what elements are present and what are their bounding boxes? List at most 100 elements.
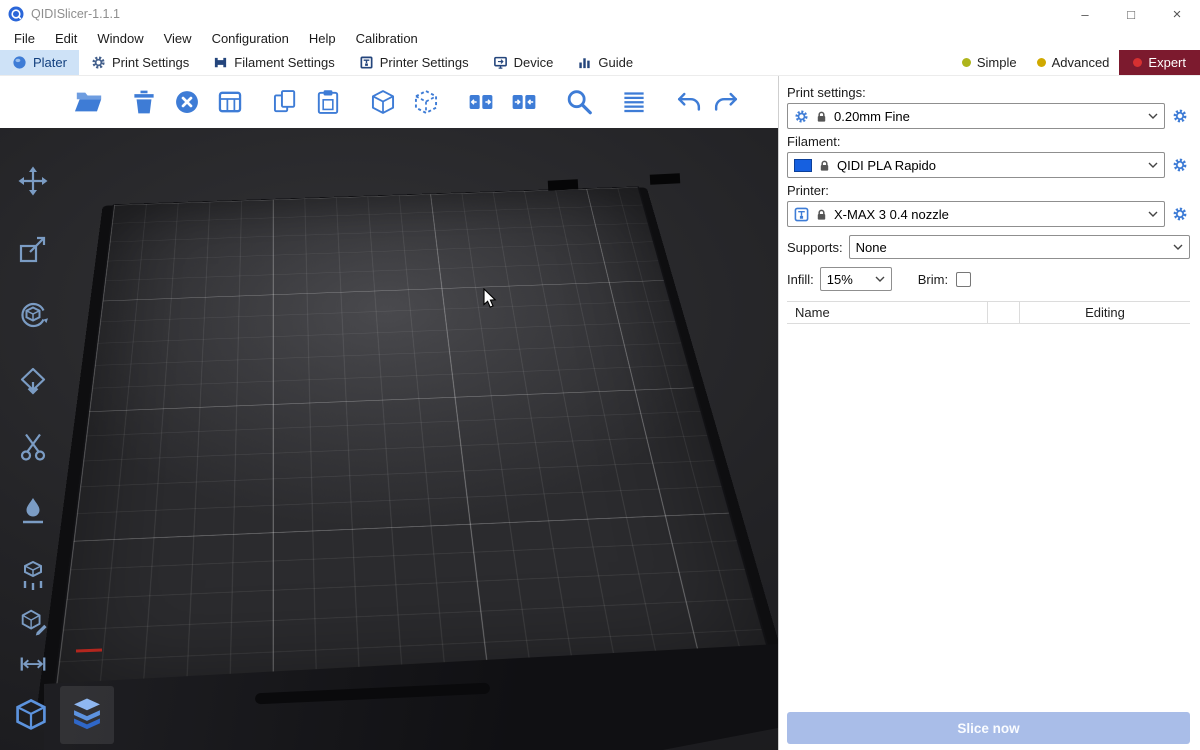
place-on-face-tool-button[interactable]: [10, 358, 56, 404]
viewport-3d[interactable]: [0, 76, 779, 750]
print-settings-gear-button[interactable]: [1170, 103, 1190, 129]
window-controls: – □ ×: [1062, 0, 1200, 28]
redo-button[interactable]: [709, 85, 743, 119]
supports-value: None: [856, 240, 887, 255]
layers-preview-icon: [67, 695, 107, 735]
tab-guide[interactable]: Guide: [565, 50, 645, 75]
mmu-painting-tool-button[interactable]: [10, 600, 56, 642]
column-header-editing: Editing: [1019, 302, 1190, 323]
bed-clip-icon: [650, 173, 680, 185]
cube-3d-view-icon: [12, 696, 50, 734]
infill-combo[interactable]: 15%: [820, 267, 892, 291]
delete-button[interactable]: [127, 85, 161, 119]
tab-plater[interactable]: Plater: [0, 50, 79, 75]
paste-button[interactable]: [311, 85, 345, 119]
menu-edit[interactable]: Edit: [45, 28, 87, 50]
object-list-header: Name Editing: [787, 302, 1190, 324]
cube-remove-instance-icon: [412, 88, 440, 116]
mode-expert[interactable]: Expert: [1119, 50, 1200, 75]
menu-file[interactable]: File: [4, 28, 45, 50]
tab-printer-settings[interactable]: Printer Settings: [347, 50, 481, 75]
mode-advanced[interactable]: Advanced: [1027, 50, 1120, 75]
chevron-down-icon: [1148, 162, 1158, 168]
paste-icon: [314, 88, 342, 116]
menu-window[interactable]: Window: [87, 28, 153, 50]
remove-instance-button[interactable]: [409, 85, 443, 119]
tab-device[interactable]: Device: [481, 50, 566, 75]
print-settings-combo[interactable]: 0.20mm Fine: [787, 103, 1165, 129]
printer-label: Printer:: [787, 183, 1190, 198]
menu-help[interactable]: Help: [299, 28, 346, 50]
app-window: QIDISlicer-1.1.1 – □ × File Edit Window …: [0, 0, 1200, 750]
printer-icon: [794, 207, 809, 222]
scale-icon: [17, 233, 49, 265]
printer-combo[interactable]: X-MAX 3 0.4 nozzle: [787, 201, 1165, 227]
supports-combo[interactable]: None: [849, 235, 1190, 259]
measure-tool-button[interactable]: [10, 644, 56, 684]
rotate-tool-button[interactable]: [10, 292, 56, 338]
gear-icon: [794, 109, 809, 124]
gear-icon: [91, 55, 106, 70]
lock-icon: [815, 208, 828, 221]
scene-3d[interactable]: [0, 128, 778, 750]
add-instance-button[interactable]: [366, 85, 400, 119]
filament-gear-button[interactable]: [1170, 152, 1190, 178]
delete-all-button[interactable]: [170, 85, 204, 119]
split-parts-icon: [510, 88, 538, 116]
split-to-objects-button[interactable]: [464, 85, 498, 119]
tab-filament-settings[interactable]: Filament Settings: [201, 50, 346, 75]
mouse-cursor: [480, 288, 500, 313]
search-button[interactable]: [562, 85, 596, 119]
preview-view-toggle-button[interactable]: [60, 686, 114, 744]
bed-clip-icon: [548, 179, 578, 191]
slice-now-button[interactable]: Slice now: [787, 712, 1190, 744]
guide-bars-icon: [577, 55, 592, 70]
paint-drop-icon: [17, 495, 49, 527]
ruler-icon: [18, 649, 48, 679]
move-tool-button[interactable]: [10, 158, 56, 204]
menu-configuration[interactable]: Configuration: [202, 28, 299, 50]
cut-tool-button[interactable]: [10, 424, 56, 470]
object-list-body[interactable]: [787, 324, 1190, 704]
seam-painting-tool-button[interactable]: [10, 488, 56, 534]
minimize-button[interactable]: –: [1062, 0, 1108, 28]
filament-label: Filament:: [787, 134, 1190, 149]
close-button[interactable]: ×: [1154, 0, 1200, 28]
maximize-button[interactable]: □: [1108, 0, 1154, 28]
filament-combo[interactable]: QIDI PLA Rapido: [787, 152, 1165, 178]
mode-simple[interactable]: Simple: [952, 50, 1027, 75]
scale-tool-button[interactable]: [10, 226, 56, 272]
tabbar: Plater Print Settings Filament Settings …: [0, 50, 1200, 76]
variable-layer-height-button[interactable]: [617, 85, 651, 119]
print-settings-row: 0.20mm Fine: [787, 103, 1190, 129]
gear-icon: [1172, 206, 1188, 222]
plater-icon: [12, 55, 27, 70]
expert-mode-dot-icon: [1133, 58, 1142, 67]
brim-checkbox[interactable]: [956, 272, 971, 287]
infill-label: Infill:: [787, 272, 814, 287]
chevron-down-icon: [1148, 211, 1158, 217]
chevron-down-icon: [1148, 113, 1158, 119]
gear-icon: [1172, 108, 1188, 124]
lock-icon: [818, 159, 831, 172]
object-list: Name Editing: [787, 301, 1190, 704]
paint-supports-tool-button[interactable]: [10, 552, 56, 598]
tab-print-settings[interactable]: Print Settings: [79, 50, 201, 75]
undo-button[interactable]: [672, 85, 706, 119]
arrange-grid-icon: [216, 88, 244, 116]
print-settings-label: Print settings:: [787, 85, 1190, 100]
menu-view[interactable]: View: [154, 28, 202, 50]
printer-gear-button[interactable]: [1170, 201, 1190, 227]
menu-calibration[interactable]: Calibration: [346, 28, 428, 50]
open-file-button[interactable]: [72, 85, 106, 119]
arrange-button[interactable]: [213, 85, 247, 119]
brim-label: Brim:: [918, 272, 948, 287]
copy-button[interactable]: [268, 85, 302, 119]
titlebar: QIDISlicer-1.1.1 – □ ×: [0, 0, 1200, 28]
filament-color-swatch: [794, 159, 812, 172]
monitor-icon: [493, 55, 508, 70]
editor-view-toggle-button[interactable]: [4, 686, 58, 744]
filament-value: QIDI PLA Rapido: [837, 158, 936, 173]
split-to-parts-button[interactable]: [507, 85, 541, 119]
supports-row: Supports: None: [787, 235, 1190, 259]
